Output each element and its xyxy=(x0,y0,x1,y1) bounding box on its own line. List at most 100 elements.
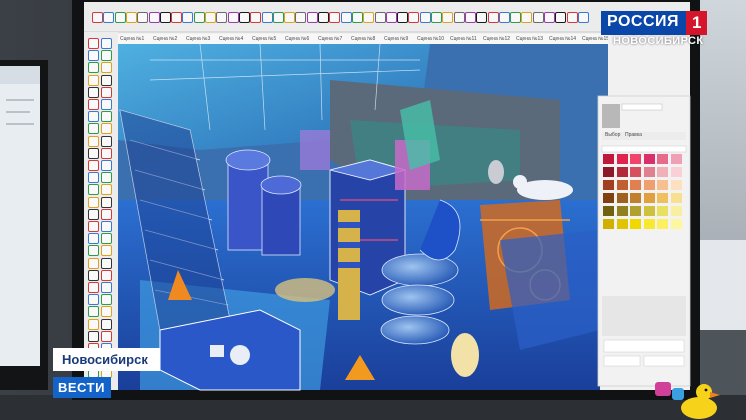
toolbar-tool-icon[interactable] xyxy=(125,12,137,23)
color-swatch[interactable] xyxy=(616,154,628,164)
color-swatch[interactable] xyxy=(670,180,682,190)
side-tool-icon[interactable] xyxy=(88,62,99,74)
color-swatch[interactable] xyxy=(670,206,682,216)
color-swatch[interactable] xyxy=(630,167,641,177)
scene-tab[interactable]: Сцена №2 xyxy=(153,36,177,42)
scene-tab[interactable]: Сцена №15 xyxy=(582,36,608,42)
scene-tab[interactable]: Сцена №10 xyxy=(417,36,444,42)
toolbar-tool-icon[interactable] xyxy=(419,12,431,23)
toolbar-tool-icon[interactable] xyxy=(532,12,544,23)
scene-tab[interactable]: Сцена №9 xyxy=(384,36,408,42)
side-tool-icon[interactable] xyxy=(101,99,112,110)
color-swatch[interactable] xyxy=(643,180,655,190)
color-swatch[interactable] xyxy=(616,206,628,216)
color-swatch[interactable] xyxy=(616,180,628,190)
color-swatch[interactable] xyxy=(657,180,668,190)
scene-tab[interactable]: Сцена №3 xyxy=(186,36,210,42)
side-tool-icon[interactable] xyxy=(101,318,112,330)
toolbar-tool-icon[interactable] xyxy=(306,12,318,23)
side-tool-icon[interactable] xyxy=(101,196,112,208)
toolbar-tool-icon[interactable] xyxy=(272,12,284,23)
toolbar-tool-icon[interactable] xyxy=(385,12,397,23)
side-tool-icon[interactable] xyxy=(101,62,112,74)
color-swatch[interactable] xyxy=(643,167,655,177)
toolbar-tool-icon[interactable] xyxy=(238,12,250,23)
color-swatch[interactable] xyxy=(670,154,682,164)
color-swatch[interactable] xyxy=(643,219,655,229)
toolbar-tool-icon[interactable] xyxy=(103,12,115,23)
side-tool-icon[interactable] xyxy=(101,147,112,159)
toolbar-tool-icon[interactable] xyxy=(329,12,341,23)
toolbar-tool-icon[interactable] xyxy=(227,12,239,23)
toolbar-tool-icon[interactable] xyxy=(566,12,578,23)
side-tool-icon[interactable] xyxy=(101,50,112,62)
color-swatch[interactable] xyxy=(657,154,668,164)
side-tool-icon[interactable] xyxy=(88,294,99,306)
color-swatch[interactable] xyxy=(603,193,614,203)
side-tool-icon[interactable] xyxy=(88,147,99,159)
side-tool-icon[interactable] xyxy=(88,269,99,281)
color-swatch[interactable] xyxy=(630,193,641,203)
toolbar-tool-icon[interactable] xyxy=(544,12,555,23)
toolbar-tool-icon[interactable] xyxy=(137,12,149,23)
color-swatch[interactable] xyxy=(616,193,628,203)
side-tool-icon[interactable] xyxy=(88,208,99,220)
toolbar-tool-icon[interactable] xyxy=(521,12,533,23)
toolbar-tool-icon[interactable] xyxy=(374,12,386,23)
side-tool-icon[interactable] xyxy=(88,160,99,171)
side-tool-icon[interactable] xyxy=(101,330,112,342)
toolbar-tool-icon[interactable] xyxy=(295,12,307,23)
toolbar-tool-icon[interactable] xyxy=(182,12,194,23)
side-tool-icon[interactable] xyxy=(88,111,99,123)
side-tool-icon[interactable] xyxy=(101,208,112,220)
tab-select[interactable]: Выбор xyxy=(605,132,620,138)
color-swatch[interactable] xyxy=(603,219,614,229)
side-tool-icon[interactable] xyxy=(88,233,99,245)
color-swatch[interactable] xyxy=(603,206,614,216)
color-swatch[interactable] xyxy=(630,180,641,190)
color-swatch[interactable] xyxy=(670,193,682,203)
scene-tab[interactable]: Сцена №8 xyxy=(351,36,375,42)
color-swatch[interactable] xyxy=(603,180,614,190)
toolbar-tool-icon[interactable] xyxy=(351,12,363,23)
side-tool-icon[interactable] xyxy=(101,111,112,123)
toolbar-tool-icon[interactable] xyxy=(171,12,183,23)
side-tool-icon[interactable] xyxy=(88,135,99,147)
toolbar-tool-icon[interactable] xyxy=(250,12,262,23)
side-tool-icon[interactable] xyxy=(88,196,99,208)
side-tool-icon[interactable] xyxy=(101,257,112,269)
toolbar-tool-icon[interactable] xyxy=(510,12,522,23)
side-tool-icon[interactable] xyxy=(101,245,112,257)
scene-tab[interactable]: Сцена №6 xyxy=(285,36,309,42)
scene-tab[interactable]: Сцена №5 xyxy=(252,36,276,42)
side-tool-icon[interactable] xyxy=(101,221,112,232)
toolbar-tool-icon[interactable] xyxy=(159,12,171,23)
color-swatch[interactable] xyxy=(643,154,655,164)
toolbar-tool-icon[interactable] xyxy=(453,12,465,23)
side-tool-icon[interactable] xyxy=(88,99,99,110)
side-tool-icon[interactable] xyxy=(101,269,112,281)
color-swatch[interactable] xyxy=(657,193,668,203)
color-swatch[interactable] xyxy=(603,154,614,164)
color-swatch[interactable] xyxy=(630,206,641,216)
color-swatch[interactable] xyxy=(657,206,668,216)
scene-tab[interactable]: Сцена №11 xyxy=(450,36,477,42)
color-swatch[interactable] xyxy=(630,154,641,164)
color-swatch[interactable] xyxy=(657,219,668,229)
color-swatch[interactable] xyxy=(670,167,682,177)
toolbar-tool-icon[interactable] xyxy=(397,12,409,23)
side-tool-icon[interactable] xyxy=(101,38,112,49)
color-swatch[interactable] xyxy=(643,206,655,216)
toolbar-tool-icon[interactable] xyxy=(464,12,476,23)
toolbar-tool-icon[interactable] xyxy=(318,12,329,23)
side-tool-icon[interactable] xyxy=(88,74,99,86)
scene-tab[interactable]: Сцена №14 xyxy=(549,36,576,42)
side-tool-icon[interactable] xyxy=(101,184,112,196)
color-swatch[interactable] xyxy=(616,219,628,229)
side-tool-icon[interactable] xyxy=(88,318,99,330)
toolbar-tool-icon[interactable] xyxy=(363,12,375,23)
toolbar-tool-icon[interactable] xyxy=(148,12,160,23)
toolbar-tool-icon[interactable] xyxy=(284,12,296,23)
side-tool-icon[interactable] xyxy=(88,86,99,98)
toolbar-tool-icon[interactable] xyxy=(340,12,352,23)
